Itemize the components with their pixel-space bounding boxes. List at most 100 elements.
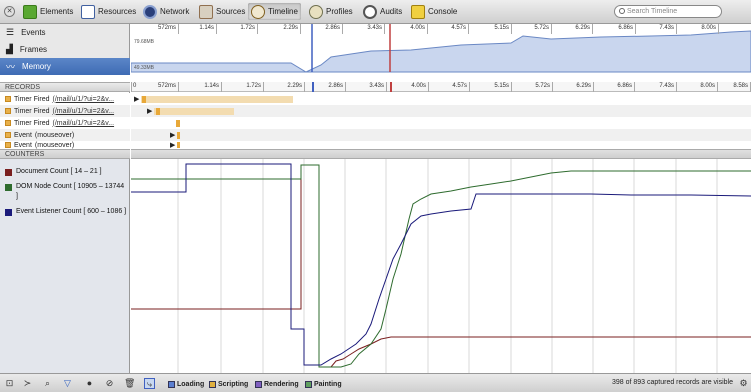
counter-label: Document Count [ 14 – 21 ] <box>16 168 102 175</box>
tick-label: 6.86s <box>618 25 633 31</box>
record-bar-self <box>156 108 160 115</box>
ruler-tick: 0 <box>131 82 136 92</box>
tick-label: 3.43s <box>367 25 382 31</box>
filter-scripting[interactable]: Scripting <box>209 379 248 389</box>
tick-label: 5.72s <box>535 83 550 89</box>
filter-loading[interactable]: Loading <box>168 379 204 389</box>
checkbox[interactable] <box>209 380 216 388</box>
tick-label: 6.29s <box>575 25 590 31</box>
checkbox[interactable] <box>305 380 312 388</box>
tick-label: 4.00s <box>411 83 426 89</box>
window-left-marker[interactable] <box>312 82 314 92</box>
tab-console[interactable]: Console <box>408 3 460 20</box>
glue-events-icon[interactable]: ⤷ <box>144 378 155 389</box>
record-bar[interactable] <box>141 96 293 103</box>
filter-label: Loading <box>177 380 205 388</box>
checkbox[interactable] <box>255 380 262 388</box>
tick-label: 1.72s <box>240 25 255 31</box>
search-input[interactable]: Search Timeline <box>614 5 722 18</box>
tick-label: 572ms <box>157 25 176 31</box>
tab-profiles[interactable]: Profiles <box>306 3 356 20</box>
tick-label: 3.43s <box>369 83 384 89</box>
counter-dom-node-count[interactable]: DOM Node Count [ 10905 – 13744 ] <box>5 182 127 202</box>
ruler-tick: 7.43s <box>659 82 677 92</box>
tab-elements[interactable]: Elements <box>20 3 76 20</box>
ruler-tick: 5.72s <box>535 82 553 92</box>
filter-painting[interactable]: Painting <box>305 379 342 389</box>
records-visible-status: 398 of 893 captured records are visible <box>611 379 733 386</box>
counter-event-listener-count[interactable]: Event Listener Count [ 600 – 1086 ] <box>5 207 127 217</box>
frames-icon: ▟ <box>6 44 13 54</box>
tab-label: Elements <box>40 7 74 16</box>
overview-item-label: Events <box>21 28 46 37</box>
filter-icon[interactable]: ▽ <box>62 378 73 389</box>
record-bar[interactable] <box>177 132 180 139</box>
record-bar[interactable] <box>177 142 180 148</box>
audits-icon <box>363 4 377 19</box>
ruler-tick: 5.72s <box>534 24 552 34</box>
sources-icon <box>199 4 213 19</box>
resources-icon <box>81 4 95 19</box>
tab-audits[interactable]: Audits <box>360 3 405 20</box>
ruler-tick: 6.29s <box>576 82 594 92</box>
records-ruler: 0 572ms 1.14s 1.72s 2.29s 2.86s 3.43s 4.… <box>131 82 751 92</box>
memory-max-label: 79.68MB <box>134 39 155 45</box>
ruler-tick: 3.43s <box>369 82 387 92</box>
search-icon[interactable]: ⌕ <box>42 378 53 389</box>
tab-resources[interactable]: Resources <box>78 3 139 20</box>
record-link[interactable]: (/mail/u/1/?ui=2&v... <box>53 96 115 103</box>
clear-icon[interactable]: ⊘ <box>104 378 115 389</box>
tick-label: 8.00s <box>700 83 715 89</box>
tick-label: 4.00s <box>410 25 425 31</box>
record-row[interactable]: Timer Fired (/mail/u/1/?ui=2&v... <box>0 105 130 117</box>
records-header: RECORDS <box>0 82 130 92</box>
ruler-tick: 2.86s <box>325 24 343 34</box>
garbage-collect-icon[interactable]: 🗑 <box>124 378 135 389</box>
record-icon[interactable]: ● <box>84 378 95 389</box>
overview-item-memory[interactable]: 〰 Memory <box>0 58 130 75</box>
record-link[interactable]: (/mail/u/1/?ui=2&v... <box>53 120 115 127</box>
counter-label: DOM Node Count [ 10905 – 13744 ] <box>16 183 125 200</box>
ruler-tick: 8.00s <box>700 82 718 92</box>
ruler-tick: 4.00s <box>410 24 428 34</box>
expand-arrow-icon[interactable]: ▶ <box>134 95 139 103</box>
record-row[interactable]: Timer Fired (/mail/u/1/?ui=2&v... <box>0 117 130 129</box>
filter-rendering[interactable]: Rendering <box>255 379 299 389</box>
dock-icon[interactable]: ⊡ <box>4 378 15 389</box>
record-row[interactable]: Timer Fired (/mail/u/1/?ui=2&v... <box>0 93 130 105</box>
ruler-tick: 1.72s <box>240 24 258 34</box>
ruler-tick: 2.29s <box>283 24 301 34</box>
record-row[interactable]: Event (mouseover) <box>0 141 130 149</box>
record-link[interactable]: (/mail/u/1/?ui=2&v... <box>53 108 115 115</box>
overview-item-events[interactable]: ☰ Events <box>0 24 130 41</box>
settings-gear-icon[interactable]: ⚙ <box>738 378 749 389</box>
ruler-tick: 572ms <box>158 82 179 92</box>
console-toggle-icon[interactable]: ≻ <box>22 378 33 389</box>
record-bar[interactable] <box>154 108 234 115</box>
tab-sources[interactable]: Sources <box>196 3 248 20</box>
event-listener-count-line <box>131 163 751 366</box>
memory-min-label: 49.33MB <box>134 65 155 71</box>
record-detail: (mouseover) <box>34 141 75 149</box>
window-right-marker[interactable] <box>390 82 392 92</box>
counter-document-count[interactable]: Document Count [ 14 – 21 ] <box>5 167 127 177</box>
tick-label: 1.14s <box>199 25 214 31</box>
search-icon <box>619 8 625 14</box>
record-row[interactable]: Event (mouseover) <box>0 129 130 141</box>
record-bar[interactable] <box>176 120 180 127</box>
close-icon[interactable]: ✕ <box>4 6 15 17</box>
expand-arrow-icon[interactable]: ▶ <box>170 131 175 139</box>
expand-arrow-icon[interactable]: ▶ <box>170 141 175 149</box>
tick-label: 572ms <box>157 83 176 89</box>
ruler-tick: 4.57s <box>452 82 470 92</box>
checkbox[interactable] <box>168 380 175 388</box>
record-label: Timer Fired <box>14 107 50 115</box>
tab-timeline[interactable]: Timeline <box>248 3 301 20</box>
tick-label: 5.15s <box>494 83 509 89</box>
console-icon <box>411 4 425 19</box>
overview-item-frames[interactable]: ▟ Frames <box>0 41 130 58</box>
expand-arrow-icon[interactable]: ▶ <box>147 107 152 115</box>
tab-network[interactable]: Network <box>140 3 192 20</box>
counters-graph[interactable] <box>131 159 751 373</box>
tick-label: 2.86s <box>325 25 340 31</box>
